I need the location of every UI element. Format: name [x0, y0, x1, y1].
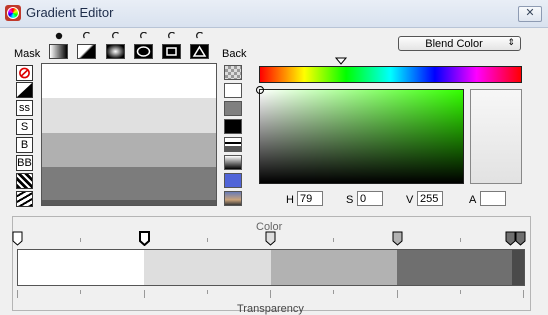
- tool-label: B: [20, 139, 29, 151]
- tick-mark: [460, 290, 461, 294]
- mask-radio[interactable]: [140, 31, 148, 39]
- mask-radio[interactable]: [196, 31, 204, 39]
- tick-mark: [270, 290, 271, 298]
- tick-mark: [397, 290, 398, 298]
- gradient-segment: [512, 250, 524, 285]
- back-swatch[interactable]: [224, 137, 242, 152]
- color-stop-marker[interactable]: [392, 231, 403, 246]
- color-stop-marker[interactable]: [265, 231, 276, 246]
- tick-mark: [333, 290, 334, 294]
- back-swatch[interactable]: [224, 65, 242, 80]
- tool-ss-button[interactable]: ss: [16, 100, 33, 116]
- rectangle-icon[interactable]: [162, 44, 181, 59]
- mask-radio[interactable]: [83, 31, 91, 39]
- mask-label: Mask: [14, 48, 41, 60]
- color-sample: [470, 89, 522, 184]
- preview-band: [42, 200, 216, 205]
- tick-mark: [17, 290, 18, 298]
- tick-mark: [333, 238, 334, 242]
- blend-mode-value: Blend Color: [425, 38, 483, 50]
- tool-bb-button[interactable]: BB: [16, 155, 33, 171]
- tool-b-button[interactable]: B: [16, 137, 33, 153]
- tool-no-mask-button[interactable]: [16, 65, 33, 81]
- h-input[interactable]: [297, 191, 323, 206]
- transparency-label: Transparency: [237, 303, 304, 315]
- tick-mark: [80, 290, 81, 294]
- v-input[interactable]: [417, 191, 443, 206]
- blend-mode-select[interactable]: Blend Color ⇕: [398, 36, 521, 51]
- back-swatch[interactable]: [224, 173, 242, 188]
- linear-gradient-icon[interactable]: [49, 44, 68, 59]
- color-stop-marker[interactable]: [138, 231, 150, 247]
- tool-label: S: [20, 121, 29, 133]
- mask-radio[interactable]: [55, 31, 63, 40]
- color-stop-marker[interactable]: [515, 231, 526, 246]
- tool-noise1-button[interactable]: [16, 173, 33, 189]
- preview-band: [42, 64, 216, 98]
- mask-radio[interactable]: [112, 31, 120, 39]
- a-input[interactable]: [480, 191, 506, 206]
- s-input[interactable]: [357, 191, 383, 206]
- tick-mark: [207, 238, 208, 242]
- tick-mark: [144, 290, 145, 298]
- hue-pointer-icon[interactable]: [335, 57, 347, 65]
- tool-ramp-button[interactable]: [16, 82, 33, 98]
- tool-noise2-button[interactable]: [16, 191, 33, 207]
- corner-gradient-icon[interactable]: [77, 44, 96, 59]
- hue-slider[interactable]: [259, 66, 522, 83]
- picker-cursor-icon[interactable]: [255, 85, 265, 95]
- saturation-value-picker[interactable]: [259, 89, 464, 184]
- tick-mark: [460, 238, 461, 242]
- gradient-segment: [18, 250, 144, 285]
- a-label: A: [469, 194, 477, 206]
- chevron-updown-icon: ⇕: [507, 37, 515, 47]
- back-swatch[interactable]: [224, 101, 242, 116]
- back-swatch[interactable]: [224, 119, 242, 134]
- preview-band: [42, 98, 216, 133]
- color-stop-marker[interactable]: [12, 231, 23, 246]
- back-swatch[interactable]: [224, 155, 242, 170]
- ellipse-icon[interactable]: [134, 44, 153, 59]
- mask-radio[interactable]: [168, 31, 176, 39]
- app-icon: [5, 5, 21, 21]
- horizontal-bar-icon[interactable]: [106, 44, 125, 59]
- s-label: S: [346, 194, 354, 206]
- close-button[interactable]: ✕: [518, 6, 542, 22]
- preview-band: [42, 167, 216, 200]
- h-label: H: [286, 194, 294, 206]
- back-label: Back: [222, 48, 247, 60]
- window-title: Gradient Editor: [26, 5, 114, 20]
- tick-mark: [80, 238, 81, 242]
- gradient-bar[interactable]: [17, 249, 525, 286]
- tool-s-button[interactable]: S: [16, 119, 33, 135]
- back-swatch[interactable]: [224, 191, 242, 206]
- no-entry-icon: [19, 67, 30, 79]
- tool-label: ss: [19, 102, 30, 114]
- gradient-segment: [144, 250, 271, 285]
- tool-label: BB: [17, 157, 32, 169]
- back-swatch[interactable]: [224, 83, 242, 98]
- preview-band: [42, 133, 216, 167]
- tick-mark: [207, 290, 208, 294]
- gradient-segment: [397, 250, 512, 285]
- tick-mark: [523, 290, 524, 298]
- gradient-segment: [271, 250, 397, 285]
- v-label: V: [406, 194, 414, 206]
- gradient-preview: [41, 63, 217, 206]
- triangle-icon[interactable]: [190, 44, 209, 59]
